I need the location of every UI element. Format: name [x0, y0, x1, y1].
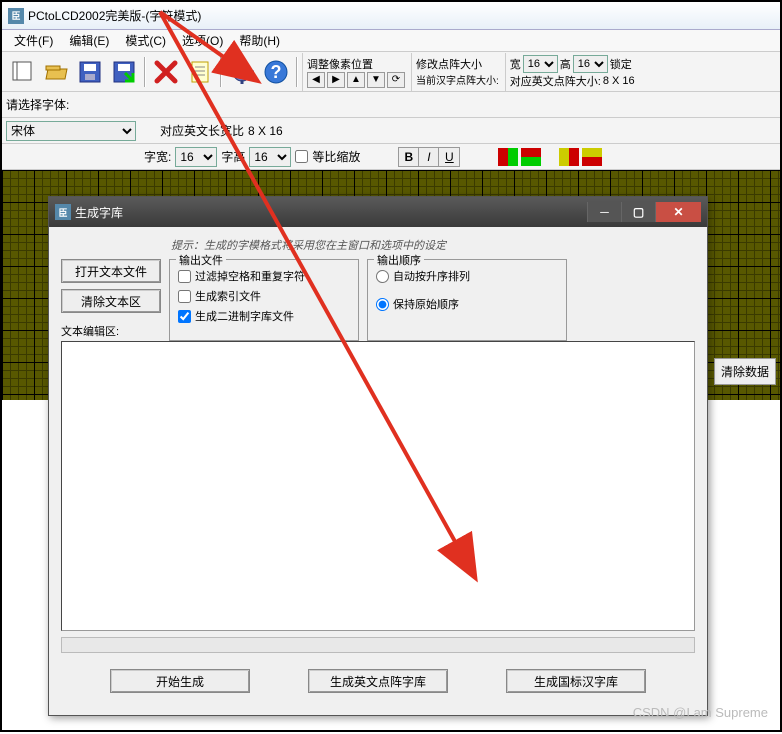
font-row-2: 宋体 对应英文长宽比 8 X 16: [2, 118, 780, 144]
scale-label: 等比缩放: [312, 148, 360, 165]
menu-option[interactable]: 选项(O): [174, 30, 231, 51]
font-row-3: 字宽: 16 字高 16 等比缩放 B I U: [2, 144, 780, 170]
italic-button[interactable]: I: [419, 148, 439, 166]
filter-checkbox[interactable]: [178, 270, 191, 283]
matrix-size-group: 修改点阵大小 当前汉字点阵大小:: [411, 53, 503, 91]
auto-sort-radio[interactable]: [376, 270, 389, 283]
save-as-icon[interactable]: [108, 55, 140, 89]
underline-button[interactable]: U: [439, 148, 459, 166]
shift-down-icon[interactable]: ▼: [367, 72, 385, 88]
flip-h-icon[interactable]: [498, 148, 518, 166]
bold-button[interactable]: B: [399, 148, 419, 166]
minimize-button[interactable]: ─: [587, 202, 621, 222]
delete-icon[interactable]: [150, 55, 182, 89]
keep-order-radio[interactable]: [376, 298, 389, 311]
index-label: 生成索引文件: [195, 288, 261, 304]
pixel-group-title: 调整像素位置: [307, 56, 405, 72]
menu-bar: 文件(F) 编辑(E) 模式(C) 选项(O) 帮助(H): [2, 30, 780, 52]
mirror-h-icon[interactable]: [559, 148, 579, 166]
generate-en-font-button[interactable]: 生成英文点阵字库: [308, 669, 448, 693]
char-width-label: 字宽:: [144, 148, 171, 165]
mirror-v-icon[interactable]: [582, 148, 602, 166]
clear-text-button[interactable]: 清除文本区: [61, 289, 161, 313]
save-icon[interactable]: [74, 55, 106, 89]
index-checkbox[interactable]: [178, 290, 191, 303]
toolbar-separator: [296, 57, 298, 87]
height-label: 高: [560, 56, 571, 72]
char-width-select[interactable]: 16: [175, 147, 217, 167]
keep-order-label: 保持原始顺序: [393, 296, 459, 312]
maximize-button[interactable]: ▢: [621, 202, 655, 222]
close-button[interactable]: ✕: [655, 202, 701, 222]
scale-checkbox[interactable]: [295, 150, 308, 163]
svg-text:?: ?: [271, 62, 282, 82]
char-height-select[interactable]: 16: [249, 147, 291, 167]
text-area-label: 文本编辑区:: [61, 319, 161, 341]
pixel-position-group: 调整像素位置 ◀ ▶ ▲ ▼ ⟳: [302, 53, 409, 91]
open-text-file-button[interactable]: 打开文本文件: [61, 259, 161, 283]
app-icon: 臣: [8, 8, 24, 24]
output-file-title: 输出文件: [176, 252, 226, 268]
flip-buttons: [498, 148, 602, 166]
shift-up-icon[interactable]: ▲: [347, 72, 365, 88]
app-title: PCtoLCD2002完美版-(字符模式): [28, 7, 201, 24]
menu-mode[interactable]: 模式(C): [117, 30, 174, 51]
shift-left-icon[interactable]: ◀: [307, 72, 325, 88]
binary-checkbox[interactable]: [178, 310, 191, 323]
new-file-icon[interactable]: [6, 55, 38, 89]
auto-sort-label: 自动按升序排列: [393, 268, 470, 284]
output-order-group: 输出顺序 自动按升序排列 保持原始顺序: [367, 259, 567, 341]
settings-gear-icon[interactable]: [226, 55, 258, 89]
generate-cn-font-button[interactable]: 生成国标汉字库: [506, 669, 646, 693]
title-bar: 臣 PCtoLCD2002完美版-(字符模式): [2, 2, 780, 30]
menu-help[interactable]: 帮助(H): [231, 30, 288, 51]
text-style-group: B I U: [398, 147, 460, 167]
shift-right-icon[interactable]: ▶: [327, 72, 345, 88]
text-edit-area[interactable]: [61, 341, 695, 631]
reset-pos-icon[interactable]: ⟳: [387, 72, 405, 88]
current-cn-label: 当前汉字点阵大小:: [416, 72, 499, 87]
output-file-group: 输出文件 过滤掉空格和重复字符 生成索引文件 生成二进制字库文件: [169, 259, 359, 341]
font-select[interactable]: 宋体: [6, 121, 136, 141]
watermark: CSDN @I am Supreme: [633, 705, 768, 720]
en-matrix-val: 8 X 16: [603, 75, 635, 87]
notes-icon[interactable]: [184, 55, 216, 89]
font-row: 请选择字体:: [2, 92, 780, 118]
en-ratio-val: 8 X 16: [248, 124, 283, 138]
dialog-icon: 臣: [55, 204, 71, 220]
flip-v-icon[interactable]: [521, 148, 541, 166]
generate-font-dialog: 臣 生成字库 ─ ▢ ✕ 提示：生成的字模格式将采用您在主窗口和选项中的设定 打…: [48, 196, 708, 716]
char-height-label: 字高: [221, 148, 245, 165]
width-select[interactable]: 16: [523, 55, 558, 73]
dialog-titlebar[interactable]: 臣 生成字库 ─ ▢ ✕: [49, 197, 707, 227]
width-label: 宽: [510, 56, 521, 72]
toolbar-separator: [144, 57, 146, 87]
height-select[interactable]: 16: [573, 55, 608, 73]
dialog-title: 生成字库: [75, 204, 587, 221]
lock-label: 锁定: [610, 56, 632, 72]
menu-file[interactable]: 文件(F): [6, 30, 61, 51]
help-icon[interactable]: ?: [260, 55, 292, 89]
toolbar: ? 调整像素位置 ◀ ▶ ▲ ▼ ⟳ 修改点阵大小 当前汉字点阵大小: 宽 16…: [2, 52, 780, 92]
filter-label: 过滤掉空格和重复字符: [195, 268, 305, 284]
toolbar-separator: [220, 57, 222, 87]
open-file-icon[interactable]: [40, 55, 72, 89]
clear-data-button[interactable]: 清除数据: [714, 358, 776, 385]
matrix-group-title: 修改点阵大小: [416, 56, 499, 72]
horizontal-scrollbar[interactable]: [61, 637, 695, 653]
wh-group: 宽 16 高 16 锁定 对应英文点阵大小: 8 X 16: [505, 53, 639, 91]
menu-edit[interactable]: 编辑(E): [61, 30, 117, 51]
start-generate-button[interactable]: 开始生成: [110, 669, 250, 693]
en-ratio-label: 对应英文长宽比: [160, 122, 244, 139]
en-matrix-label: 对应英文点阵大小:: [510, 73, 601, 89]
select-font-label: 请选择字体:: [6, 96, 69, 113]
binary-label: 生成二进制字库文件: [195, 308, 294, 324]
output-order-title: 输出顺序: [374, 252, 424, 268]
